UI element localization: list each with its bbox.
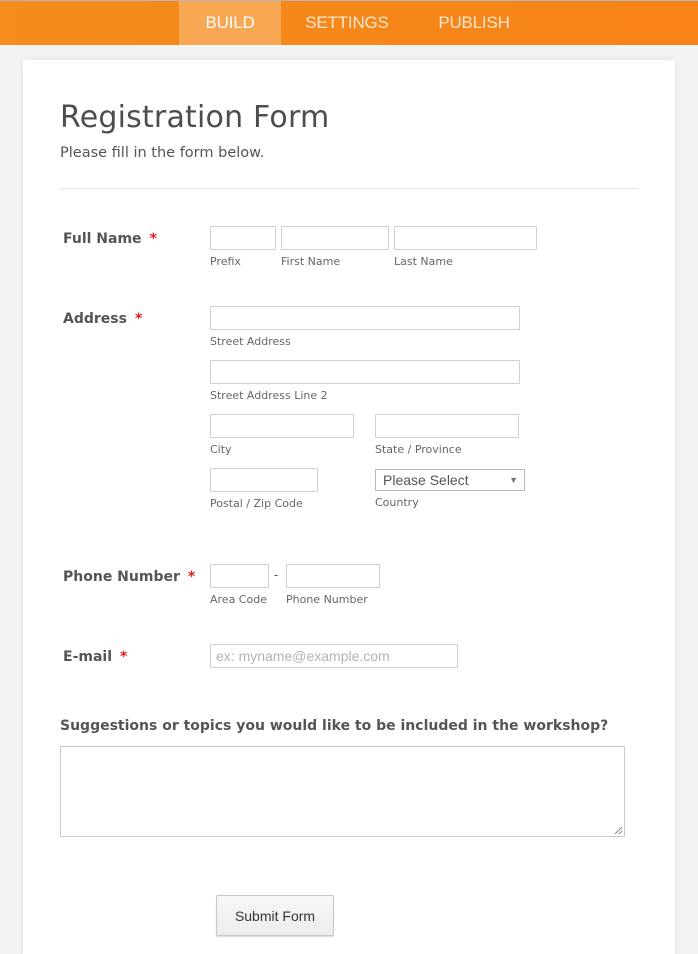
dropdown-arrow-icon: ▼ (509, 475, 518, 485)
country-select[interactable]: Please Select ▼ (375, 469, 525, 491)
address-label-text: Address (63, 311, 127, 327)
postal-code-sublabel: Postal / Zip Code (210, 497, 303, 510)
prefix-input[interactable] (210, 226, 276, 250)
phone-number-sublabel: Phone Number (286, 593, 368, 606)
postal-code-input[interactable] (210, 468, 318, 492)
street-address-line2-input[interactable] (210, 360, 520, 384)
phone-label-text: Phone Number (63, 569, 180, 585)
phone-separator: - (274, 568, 279, 582)
email-label: E-mail * (63, 649, 127, 665)
street-address-sublabel: Street Address (210, 335, 291, 348)
street-address-line2-sublabel: Street Address Line 2 (210, 389, 328, 402)
header-divider (60, 188, 638, 189)
required-asterisk: * (134, 311, 143, 327)
tab-publish[interactable]: PUBLISH (426, 1, 522, 45)
area-code-input[interactable] (210, 564, 269, 588)
required-asterisk: * (149, 231, 157, 247)
phone-label: Phone Number * (63, 569, 195, 585)
tab-settings[interactable]: SETTINGS (295, 1, 399, 45)
form-title: Registration Form (60, 100, 330, 135)
country-selected-value: Please Select (383, 472, 469, 488)
prefix-sublabel: Prefix (210, 255, 241, 268)
form-subtitle: Please fill in the form below. (60, 145, 265, 161)
email-input[interactable] (210, 644, 458, 668)
state-province-sublabel: State / Province (375, 443, 462, 456)
tab-build[interactable]: BUILD (179, 1, 281, 45)
suggestions-textarea[interactable] (60, 746, 625, 837)
address-label: Address * (63, 311, 142, 327)
city-sublabel: City (210, 443, 232, 456)
suggestions-label: Suggestions or topics you would like to … (60, 718, 609, 734)
street-address-input[interactable] (210, 306, 520, 330)
required-asterisk: * (187, 569, 196, 585)
resize-grip-icon[interactable] (615, 827, 622, 834)
first-name-input[interactable] (281, 226, 389, 250)
phone-number-input[interactable] (286, 564, 380, 588)
country-sublabel: Country (375, 496, 419, 509)
area-code-sublabel: Area Code (210, 593, 267, 606)
required-asterisk: * (120, 649, 128, 665)
full-name-label: Full Name * (63, 231, 157, 247)
city-input[interactable] (210, 414, 354, 438)
full-name-label-text: Full Name (63, 231, 142, 247)
form-card: Registration Form Please fill in the for… (23, 60, 675, 954)
email-label-text: E-mail (63, 649, 113, 665)
first-name-sublabel: First Name (281, 255, 341, 268)
last-name-sublabel: Last Name (394, 255, 453, 268)
state-province-input[interactable] (375, 414, 519, 438)
submit-form-button[interactable]: Submit Form (216, 895, 334, 936)
last-name-input[interactable] (394, 226, 537, 250)
top-nav-bar: BUILD SETTINGS PUBLISH (0, 0, 698, 45)
